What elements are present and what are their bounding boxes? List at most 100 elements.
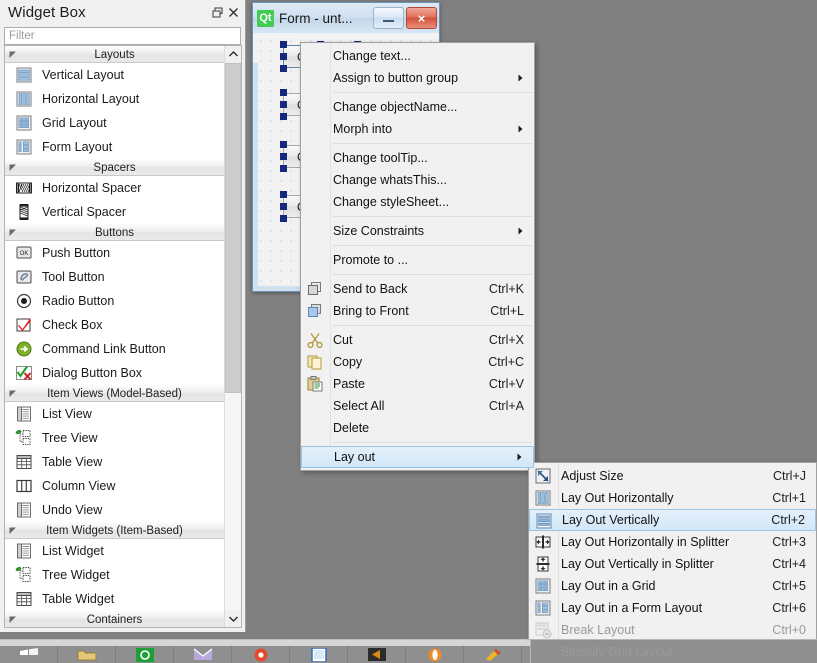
selection-handle[interactable] (280, 101, 287, 108)
selection-handle[interactable] (280, 153, 287, 160)
widget-list-item[interactable]: Tree View (5, 426, 224, 450)
menu-item[interactable]: Copy Ctrl+C (301, 351, 534, 373)
category-expand-icon[interactable] (5, 527, 21, 535)
category-label: Buttons (95, 226, 134, 239)
menu-item[interactable]: Lay Out in a Grid Ctrl+5 (529, 575, 816, 597)
menu-item[interactable]: Delete (301, 417, 534, 439)
widget-list-item[interactable]: Grid Layout (5, 111, 224, 135)
menu-item[interactable]: Change text... (301, 45, 534, 67)
selection-handle[interactable] (280, 165, 287, 172)
menu-item[interactable]: Lay out (301, 446, 534, 468)
category-expand-icon[interactable] (5, 390, 21, 398)
selection-handle[interactable] (280, 53, 287, 60)
menu-item[interactable]: Adjust Size Ctrl+J (529, 465, 816, 487)
widget-list-item[interactable]: Check Box (5, 313, 224, 337)
widget-list-item[interactable]: Horizontal Spacer (5, 176, 224, 200)
widget-list-item[interactable]: Dialog Button Box (5, 361, 224, 385)
taskbar-item-file-explorer-icon[interactable] (58, 646, 116, 663)
category-expand-icon[interactable] (5, 616, 21, 624)
menu-item[interactable]: Lay Out in a Form Layout Ctrl+6 (529, 597, 816, 619)
taskbar-item-opera-app-icon[interactable] (406, 646, 464, 663)
taskbar-icon-strip[interactable] (0, 646, 530, 663)
menu-item-label: Select All (333, 399, 385, 413)
filter-input[interactable] (4, 27, 241, 45)
taskbar-item-mail-app-icon[interactable] (174, 646, 232, 663)
close-icon[interactable] (225, 4, 241, 20)
menu-item[interactable]: Send to Back Ctrl+K (301, 278, 534, 300)
restore-icon[interactable] (209, 4, 225, 20)
widget-list-item[interactable]: OK Push Button (5, 241, 224, 265)
widget-category-header[interactable]: Item Views (Model-Based) (5, 385, 224, 402)
widget-list-item[interactable]: Tool Button (5, 265, 224, 289)
widget-category-header[interactable]: Buttons (5, 224, 224, 241)
widget-list-item[interactable]: List Widget (5, 539, 224, 563)
widget-list-item[interactable]: Table Widget (5, 587, 224, 611)
taskbar-item-green-app-icon[interactable] (116, 646, 174, 663)
menu-item[interactable]: Change objectName... (301, 96, 534, 118)
widget-item-label: Command Link Button (42, 342, 166, 356)
widget-category-header[interactable]: Item Widgets (Item-Based) (5, 522, 224, 539)
menu-item[interactable]: Select All Ctrl+A (301, 395, 534, 417)
menu-item[interactable]: Bring to Front Ctrl+L (301, 300, 534, 322)
widget-list-item[interactable]: Horizontal Layout (5, 87, 224, 111)
menu-item[interactable]: Cut Ctrl+X (301, 329, 534, 351)
widget-list-item[interactable]: Radio Button (5, 289, 224, 313)
taskbar-item-browser-app-icon[interactable] (232, 646, 290, 663)
selection-handle[interactable] (280, 141, 287, 148)
widget-category-header[interactable]: Containers (5, 611, 224, 627)
scrollbar-thumb[interactable] (225, 63, 241, 393)
form-window-title: Form - unt... (279, 10, 353, 26)
widget-list-item[interactable]: Undo View (5, 498, 224, 522)
selection-handle[interactable] (280, 41, 287, 48)
selection-handle[interactable] (280, 113, 287, 120)
menu-item[interactable]: Promote to ... (301, 249, 534, 271)
menu-item[interactable]: Lay Out Horizontally in Splitter Ctrl+3 (529, 531, 816, 553)
menu-item[interactable]: Lay Out Vertically in Splitter Ctrl+4 (529, 553, 816, 575)
widget-category-header[interactable]: Layouts (5, 46, 224, 63)
taskbar-item-paint-app-icon[interactable] (464, 646, 522, 663)
menu-item-label: Delete (333, 421, 370, 435)
menu-item[interactable]: Change whatsThis... (301, 169, 534, 191)
minimize-button[interactable] (373, 7, 404, 29)
scroll-down-button[interactable] (225, 610, 241, 627)
widget-list-item[interactable]: List View (5, 402, 224, 426)
category-expand-icon[interactable] (5, 51, 21, 59)
lay-out-submenu[interactable]: Adjust Size Ctrl+J Lay Out Horizontally Ctr… (528, 462, 817, 663)
widget-box-scrollbar[interactable] (224, 46, 241, 627)
taskbar-item-media-app-icon[interactable] (348, 646, 406, 663)
widget-list-item[interactable]: Tree Widget (5, 563, 224, 587)
close-button[interactable]: × (406, 7, 437, 29)
selection-handle[interactable] (280, 89, 287, 96)
menu-item[interactable]: Change toolTip... (301, 147, 534, 169)
widget-category-header[interactable]: Spacers (5, 159, 224, 176)
taskbar-item-document-app-icon[interactable] (290, 646, 348, 663)
menu-item[interactable]: Paste Ctrl+V (301, 373, 534, 395)
category-expand-icon[interactable] (5, 164, 21, 172)
selection-handle[interactable] (280, 65, 287, 72)
widget-list-item[interactable]: Command Link Button (5, 337, 224, 361)
menu-item[interactable]: Lay Out Vertically Ctrl+2 (529, 509, 816, 531)
selection-handle[interactable] (280, 191, 287, 198)
taskbar[interactable] (0, 639, 530, 663)
scroll-up-button[interactable] (225, 46, 241, 63)
menu-item-shortcut: Ctrl+1 (772, 491, 806, 505)
list-widget-icon (13, 541, 35, 561)
widget-list-item[interactable]: Table View (5, 450, 224, 474)
widget-list-item[interactable]: Form Layout (5, 135, 224, 159)
form-titlebar[interactable]: Qt Form - unt... × (253, 3, 439, 34)
selection-handle[interactable] (280, 215, 287, 222)
media-app-icon (366, 647, 388, 662)
widget-list-item[interactable]: Vertical Spacer (5, 200, 224, 224)
menu-item[interactable]: Assign to button group (301, 67, 534, 89)
taskbar-item-start-button[interactable] (0, 646, 58, 663)
menu-item[interactable]: Lay Out Horizontally Ctrl+1 (529, 487, 816, 509)
widget-list-item[interactable]: Column View (5, 474, 224, 498)
widget-context-menu[interactable]: Change text... Assign to button group Chan… (300, 42, 535, 471)
menu-item[interactable]: Change styleSheet... (301, 191, 534, 213)
menu-item[interactable]: Size Constraints (301, 220, 534, 242)
menu-item[interactable]: Morph into (301, 118, 534, 140)
selection-handle[interactable] (280, 203, 287, 210)
category-expand-icon[interactable] (5, 229, 21, 237)
widget-list-viewport[interactable]: Layouts Vertical Layout Horizontal Layout G… (5, 46, 224, 627)
widget-list-item[interactable]: Vertical Layout (5, 63, 224, 87)
